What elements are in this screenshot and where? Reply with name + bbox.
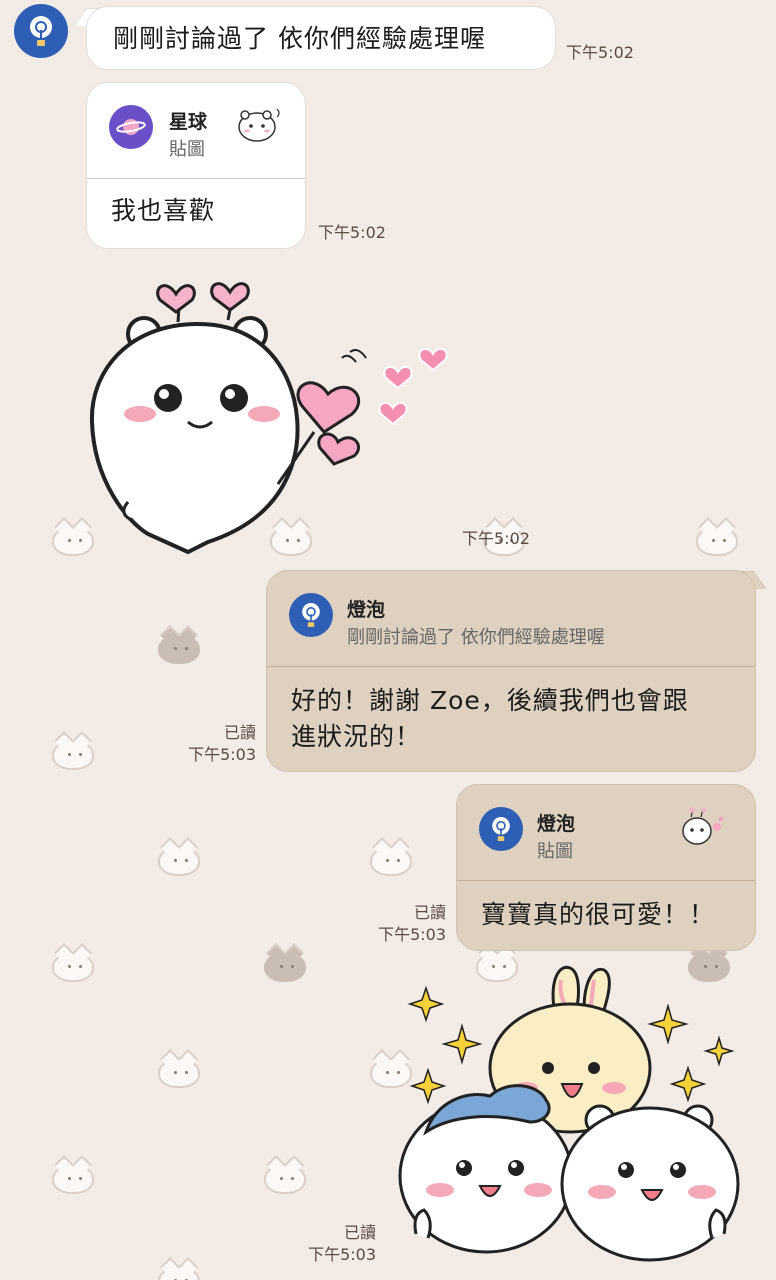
planet-icon bbox=[116, 119, 146, 135]
sender-avatar[interactable] bbox=[14, 4, 68, 58]
message-timestamp: 下午5:03 bbox=[308, 1245, 376, 1264]
incoming-message-bubble[interactable]: 剛剛討論過了 依你們經驗處理喔 bbox=[86, 6, 556, 70]
message-timestamp: 下午5:02 bbox=[566, 43, 634, 62]
sticker-thumbnail-icon bbox=[238, 108, 280, 142]
reply-divider bbox=[267, 666, 755, 667]
read-receipt: 已讀 bbox=[223, 723, 256, 742]
message-text: 我也喜歡 bbox=[111, 196, 216, 225]
sticker-thumbnail-icon bbox=[682, 807, 724, 845]
message-timestamp: 下午5:03 bbox=[378, 925, 446, 944]
reply-sender-name: 星球 bbox=[169, 111, 208, 133]
lightbulb-icon bbox=[30, 16, 52, 46]
outgoing-reply-bubble[interactable]: 燈泡 貼圖 寶寶真的很可愛！！ bbox=[456, 784, 756, 951]
read-receipt: 已讀 bbox=[413, 903, 446, 922]
message-timestamp: 下午5:03 bbox=[188, 745, 256, 764]
pattern-cat-icon bbox=[158, 846, 200, 876]
pattern-cat-icon bbox=[696, 526, 738, 556]
reply-sender-name: 燈泡 bbox=[537, 813, 576, 835]
reply-preview: 貼圖 bbox=[537, 841, 573, 862]
lightbulb-icon bbox=[302, 603, 320, 627]
pattern-cat-icon bbox=[52, 1164, 94, 1194]
pattern-cat-icon bbox=[158, 1058, 200, 1088]
outgoing-reply-bubble[interactable]: 燈泡 剛剛討論過了 依你們經驗處理喔 好的！謝謝 Zoe，後續我們也會跟 進狀況… bbox=[266, 570, 756, 772]
message-text-line1: 好的！謝謝 Zoe，後續我們也會跟 bbox=[291, 686, 689, 715]
reply-sender-name: 燈泡 bbox=[347, 599, 386, 621]
reply-avatar bbox=[109, 105, 153, 149]
read-receipt: 已讀 bbox=[343, 1223, 376, 1242]
reply-avatar bbox=[289, 593, 333, 637]
reply-avatar bbox=[479, 807, 523, 851]
message-text: 寶寶真的很可愛！！ bbox=[481, 900, 716, 929]
pattern-cat-icon bbox=[370, 846, 412, 876]
pattern-cat-icon bbox=[264, 952, 306, 982]
pattern-cat-icon bbox=[52, 952, 94, 982]
message-timestamp: 下午5:02 bbox=[318, 223, 386, 242]
pattern-cat-icon bbox=[158, 1266, 200, 1280]
message-text: 剛剛討論過了 依你們經驗處理喔 bbox=[113, 24, 486, 53]
incoming-reply-bubble[interactable]: 星球 貼圖 我也喜歡 bbox=[86, 82, 306, 249]
pattern-cat-icon bbox=[52, 740, 94, 770]
bear-heart-sticker[interactable] bbox=[88, 262, 458, 562]
reply-divider bbox=[87, 178, 305, 179]
reply-preview: 貼圖 bbox=[169, 139, 205, 160]
pattern-cat-icon bbox=[264, 1164, 306, 1194]
message-timestamp: 下午5:02 bbox=[462, 529, 530, 548]
lightbulb-icon bbox=[492, 817, 510, 841]
message-text-line2: 進狀況的！ bbox=[291, 722, 422, 751]
pattern-cat-icon bbox=[158, 634, 200, 664]
three-friends-sticker[interactable] bbox=[386, 964, 756, 1269]
reply-divider bbox=[457, 880, 755, 881]
reply-preview: 剛剛討論過了 依你們經驗處理喔 bbox=[347, 627, 605, 648]
